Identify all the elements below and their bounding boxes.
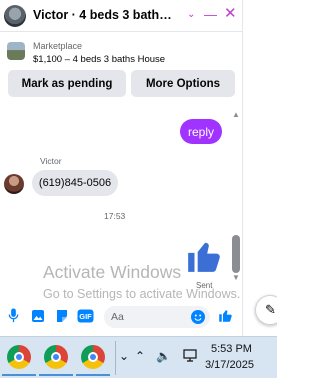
clock-time[interactable]: 5:53 PM [211, 343, 252, 355]
listing-avatar[interactable] [4, 5, 26, 27]
emoji-icon[interactable] [191, 310, 205, 324]
message-composer: GIF Aa [0, 302, 243, 332]
clock-date[interactable]: 3/17/2025 [205, 359, 254, 371]
thumbs-up-icon[interactable] [185, 236, 223, 276]
sender-avatar[interactable] [4, 174, 24, 194]
gif-icon[interactable]: GIF [77, 308, 94, 323]
volume-icon[interactable]: 🔈 [156, 349, 171, 363]
close-icon[interactable]: ✕ [224, 5, 237, 23]
message-placeholder: Aa [111, 311, 124, 323]
listing-thumbnail[interactable] [7, 42, 25, 60]
scrollbar-thumb[interactable] [232, 235, 240, 273]
windows-taskbar: ⌄ ⌃ 🔈 5:53 PM 3/17/2025 [0, 336, 277, 378]
incoming-message[interactable]: (619)845-0506 [32, 170, 118, 196]
page-background [243, 0, 277, 336]
sticker-icon[interactable] [54, 308, 69, 323]
chat-window: Victor · 4 beds 3 baths Ho... ⌄ — ✕ Mark… [0, 0, 243, 336]
show-hidden-icons-icon[interactable]: ⌃ [135, 349, 145, 363]
scroll-up-arrow-icon[interactable]: ▲ [232, 110, 240, 119]
chrome-icon [44, 345, 68, 369]
chevron-down-icon[interactable]: ⌄ [119, 349, 129, 363]
chrome-taskbar-button-2[interactable] [39, 340, 73, 376]
chat-header[interactable]: Victor · 4 beds 3 baths Ho... ⌄ — ✕ [0, 0, 243, 32]
new-message-button[interactable]: ✎ [255, 295, 277, 325]
chrome-taskbar-button-3[interactable] [76, 340, 110, 376]
more-options-button[interactable]: More Options [131, 70, 235, 97]
chat-title[interactable]: Victor · 4 beds 3 baths Ho... [33, 8, 175, 22]
chevron-down-icon[interactable]: ⌄ [187, 6, 195, 24]
chrome-icon [81, 345, 105, 369]
activation-watermark-title: Activate Windows [43, 262, 182, 282]
message-scrollbar[interactable]: ▲ ▼ [230, 108, 242, 284]
listing-title[interactable]: $1,100 – 4 beds 3 baths House [33, 54, 165, 65]
outgoing-message[interactable]: reply [180, 119, 222, 144]
chrome-taskbar-button-1[interactable] [2, 340, 36, 376]
network-icon[interactable] [183, 349, 197, 365]
like-icon[interactable] [218, 308, 233, 323]
gif-label: GIF [79, 312, 92, 321]
listing-source: Marketplace [33, 41, 83, 51]
mark-as-pending-button[interactable]: Mark as pending [8, 70, 126, 97]
minimize-icon[interactable]: — [204, 6, 217, 24]
listing-banner[interactable]: Marketplace $1,100 – 4 beds 3 baths Hous… [0, 33, 243, 66]
photo-icon[interactable] [30, 308, 45, 323]
activation-watermark-subtitle: Go to Settings to activate Windows. [43, 287, 241, 301]
taskbar-divider [115, 341, 116, 375]
scroll-down-arrow-icon[interactable]: ▼ [232, 273, 240, 282]
edit-icon: ✎ [265, 302, 276, 317]
message-timestamp: 17:53 [104, 211, 126, 221]
screen: Victor · 4 beds 3 baths Ho... ⌄ — ✕ Mark… [0, 0, 277, 378]
microphone-icon[interactable] [6, 308, 21, 323]
sender-name: Victor [40, 156, 62, 166]
message-input[interactable]: Aa [104, 306, 210, 328]
chrome-icon [7, 345, 31, 369]
